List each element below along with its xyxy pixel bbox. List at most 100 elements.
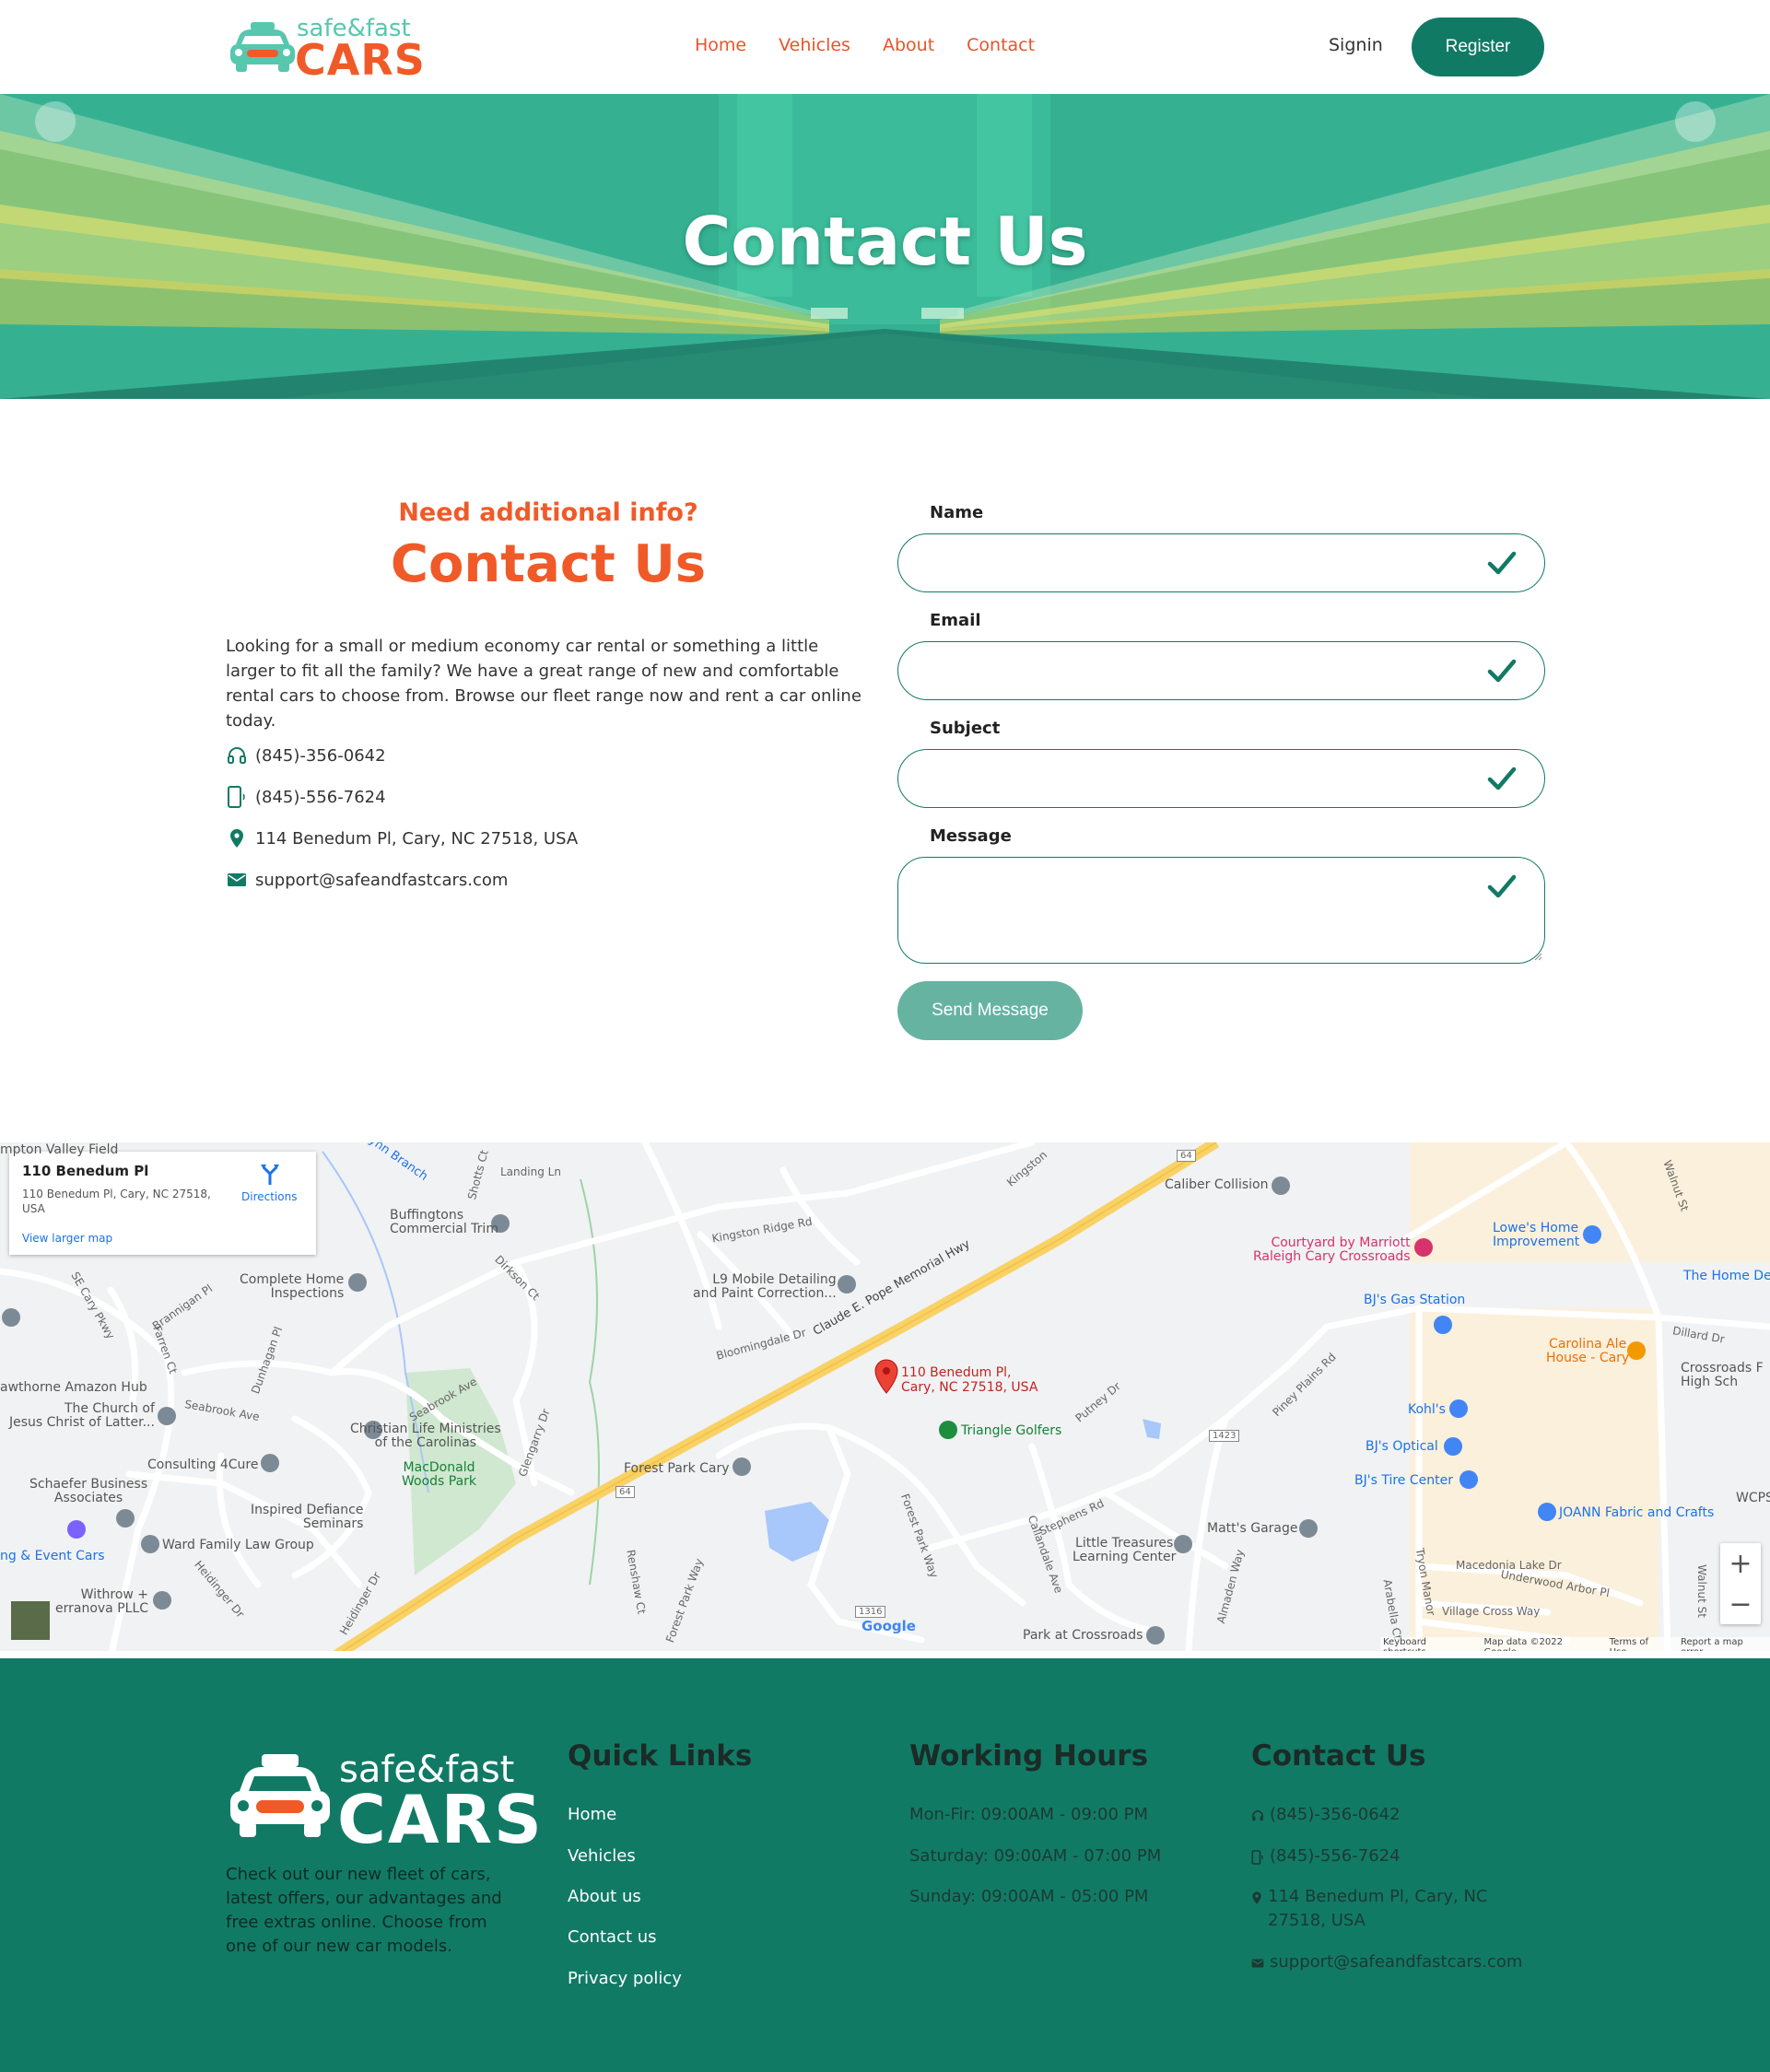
contact-mobile[interactable]: (845)-556-7624 [226, 786, 386, 808]
name-field[interactable] [897, 533, 1545, 592]
map-place-label: Triangle Golfers [961, 1423, 1062, 1438]
footer-mobile[interactable]: (845)-556-7624 [1251, 1844, 1401, 1873]
footer-email[interactable]: support@safeandfastcars.com [1251, 1950, 1522, 1976]
contact-email-text: support@safeandfastcars.com [255, 870, 509, 890]
map-place-label: The Church of Jesus Christ of Latter... [9, 1401, 155, 1430]
map-card-address: 110 Benedum Pl, Cary, NC 27518, USA [22, 1188, 211, 1215]
checkmark-icon [1487, 551, 1517, 575]
contact-phone[interactable]: (845)-356-0642 [226, 744, 386, 767]
map-place-label: Schaefer Business Associates [29, 1477, 148, 1505]
footer-address: 114 Benedum Pl, Cary, NC 27518, USA [1251, 1885, 1546, 1933]
map-place-label: Park at Crossroads [1023, 1628, 1143, 1643]
site-footer: safe&fast CARS Check out our new fleet o… [0, 1658, 1770, 2072]
embedded-map[interactable]: 110 Benedum Pl 110 Benedum Pl, Cary, NC … [0, 1142, 1770, 1651]
checkmark-icon [1487, 659, 1517, 683]
view-larger-map-link[interactable]: View larger map [22, 1232, 112, 1245]
contact-description: Looking for a small or medium economy ca… [226, 637, 862, 731]
map-card-title: 110 Benedum Pl [22, 1163, 149, 1179]
nav-home[interactable]: Home [695, 35, 746, 55]
map-data-text: Map data ©2022 Google [1483, 1637, 1563, 1651]
zoom-out-button[interactable]: − [1720, 1584, 1761, 1624]
footer-link-home[interactable]: Home [568, 1805, 616, 1824]
map-place-label: Consulting 4Cure [147, 1457, 259, 1472]
map-road-shield: 64 [1177, 1150, 1196, 1162]
hours-saturday: Saturday: 09:00AM - 07:00 PM [909, 1846, 1162, 1866]
nav-contact[interactable]: Contact [967, 35, 1035, 55]
zoom-in-button[interactable]: + [1720, 1543, 1761, 1584]
car-logo-icon [230, 22, 295, 72]
signin-link[interactable]: Signin [1329, 35, 1383, 55]
map-place-label: ng & Event Cars [0, 1549, 105, 1563]
contact-mobile-text: (845)-556-7624 [255, 787, 386, 807]
directions-icon[interactable] [260, 1163, 280, 1188]
quick-links-heading: Quick Links [568, 1739, 753, 1773]
logo-wordmark: CARS [295, 35, 426, 85]
car-logo-icon [230, 1754, 330, 1837]
map-place-label: BJ's Optical [1366, 1439, 1438, 1454]
footer-link-contact[interactable]: Contact us [568, 1927, 657, 1947]
map-road-shield: 1423 [1209, 1430, 1240, 1442]
map-marker-label: 110 Benedum Pl, Cary, NC 27518, USA [901, 1365, 1038, 1395]
map-place-label: The Home De [1683, 1269, 1770, 1283]
map-place-label: JOANN Fabric and Crafts [1559, 1505, 1715, 1520]
contact-address: 114 Benedum Pl, Cary, NC 27518, USA [226, 827, 578, 849]
footer-phone[interactable]: (845)-356-0642 [1251, 1803, 1401, 1831]
map-place-label: BJ's Tire Center [1354, 1473, 1453, 1488]
checkmark-icon [1487, 767, 1517, 790]
checkmark-icon [1487, 874, 1517, 898]
footer-link-about[interactable]: About us [568, 1887, 641, 1906]
nav-about[interactable]: About [883, 35, 934, 55]
map-place-label: Matt's Garage [1207, 1521, 1298, 1536]
keyboard-shortcuts-link[interactable]: Keyboard shortcuts [1383, 1637, 1471, 1651]
map-place-label: BJ's Gas Station [1364, 1293, 1466, 1307]
site-header: safe&fast CARS Home Vehicles About Conta… [0, 0, 1770, 94]
map-place-label: Ward Family Law Group [162, 1538, 314, 1552]
main-nav: Home Vehicles About Contact [695, 35, 1035, 55]
map-road-shield: 1316 [855, 1606, 886, 1618]
map-attribution: Keyboard shortcuts Map data ©2022 Google… [1380, 1637, 1770, 1651]
send-message-button[interactable]: Send Message [897, 981, 1083, 1040]
message-label: Message [930, 826, 1012, 846]
directions-link[interactable]: Directions [241, 1190, 297, 1203]
map-place-label: mpton Valley Field [0, 1142, 119, 1157]
hours-sunday: Sunday: 09:00AM - 05:00 PM [909, 1887, 1149, 1906]
google-logo: Google [862, 1618, 916, 1634]
mail-icon [226, 869, 248, 891]
map-place-label: awthorne Amazon Hub [0, 1380, 147, 1395]
report-map-error-link[interactable]: Report a map error [1681, 1637, 1767, 1651]
headset-icon [1251, 1803, 1264, 1831]
map-zoom-control: + − [1720, 1543, 1761, 1624]
map-place-label: Crossroads F High Sch [1681, 1361, 1764, 1389]
logo[interactable]: safe&fast CARS [229, 15, 425, 85]
footer-logo[interactable]: safe&fast CARS [229, 1749, 542, 1858]
location-pin-icon [1251, 1885, 1262, 1913]
resize-handle-icon[interactable] [1533, 952, 1542, 961]
map-place-label: MacDonald Woods Park [402, 1460, 477, 1489]
email-label: Email [930, 611, 981, 630]
map-place-label: Complete Home Inspections [240, 1272, 345, 1301]
footer-logo-wordmark: CARS [337, 1781, 544, 1858]
hero-banner: Contact Us [0, 94, 1770, 399]
contact-address-text: 114 Benedum Pl, Cary, NC 27518, USA [255, 828, 579, 849]
contact-eyebrow: Need additional info? [398, 498, 698, 527]
subject-field[interactable] [897, 749, 1545, 808]
map-road-label: Walnut St [1694, 1564, 1708, 1618]
map-info-card: 110 Benedum Pl 110 Benedum Pl, Cary, NC … [9, 1152, 316, 1255]
terms-of-use-link[interactable]: Terms of Use [1610, 1637, 1668, 1651]
map-place-label: Little Treasures Learning Center [1073, 1536, 1177, 1564]
message-textarea[interactable] [897, 857, 1545, 964]
contact-email[interactable]: support@safeandfastcars.com [226, 869, 508, 891]
footer-link-vehicles[interactable]: Vehicles [568, 1846, 636, 1866]
working-hours-heading: Working Hours [909, 1739, 1149, 1773]
name-label: Name [930, 503, 984, 522]
subject-label: Subject [930, 719, 1001, 738]
mobile-phone-icon [1251, 1844, 1264, 1873]
headset-icon [226, 744, 248, 767]
register-button[interactable]: Register [1412, 18, 1544, 76]
map-place-label: Forest Park Cary [624, 1461, 730, 1476]
nav-vehicles[interactable]: Vehicles [779, 35, 850, 55]
footer-link-privacy[interactable]: Privacy policy [568, 1969, 682, 1988]
email-field[interactable] [897, 641, 1545, 700]
map-place-label: Kohl's [1408, 1402, 1446, 1417]
map-place-label: Buffingtons Commercial Trim [390, 1208, 498, 1236]
